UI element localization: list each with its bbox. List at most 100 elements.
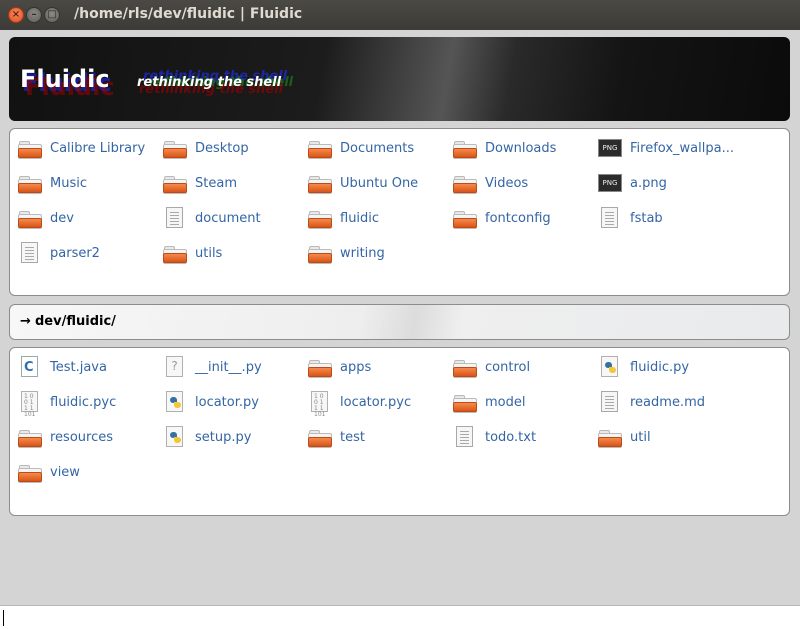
file-item-label: resources bbox=[50, 429, 114, 445]
python-file-icon bbox=[598, 356, 622, 378]
file-item[interactable]: resources bbox=[18, 425, 158, 449]
file-item[interactable]: setup.py bbox=[163, 425, 303, 449]
folder-icon bbox=[18, 461, 42, 483]
file-item[interactable]: fstab bbox=[598, 206, 738, 230]
file-item-label: fluidic.py bbox=[630, 359, 690, 375]
folder-icon bbox=[308, 172, 332, 194]
file-item[interactable]: Documents bbox=[308, 136, 448, 160]
folder-icon bbox=[18, 426, 42, 448]
file-item-label: fstab bbox=[630, 210, 663, 226]
file-item-label: dev bbox=[50, 210, 74, 226]
file-item-label: Documents bbox=[340, 140, 415, 156]
folder-icon bbox=[598, 426, 622, 448]
file-item[interactable]: fontconfig bbox=[453, 206, 593, 230]
file-item[interactable]: ? __init__.py bbox=[163, 355, 303, 379]
file-item-label: view bbox=[50, 464, 80, 480]
file-item[interactable]: C Test.java bbox=[18, 355, 158, 379]
folder-icon bbox=[453, 356, 477, 378]
file-item-label: document bbox=[195, 210, 261, 226]
file-item[interactable]: PNG a.png bbox=[598, 171, 738, 195]
file-item[interactable]: parser2 bbox=[18, 241, 158, 265]
file-item[interactable]: view bbox=[18, 460, 158, 484]
file-item[interactable]: Desktop bbox=[163, 136, 303, 160]
folder-icon bbox=[308, 356, 332, 378]
file-item-label: Calibre Library bbox=[50, 140, 146, 156]
text-file-icon bbox=[163, 207, 187, 229]
maximize-button[interactable]: □ bbox=[44, 7, 60, 23]
binary-file-icon: 1 00 11 1 101 bbox=[18, 391, 42, 418]
file-item[interactable]: todo.txt bbox=[453, 425, 593, 449]
close-button[interactable]: × bbox=[8, 7, 24, 23]
file-item[interactable]: Downloads bbox=[453, 136, 593, 160]
folder-icon bbox=[18, 137, 42, 159]
file-item[interactable]: PNG Firefox_wallpa... bbox=[598, 136, 738, 160]
file-item-label: todo.txt bbox=[485, 429, 537, 445]
command-input[interactable] bbox=[0, 605, 800, 629]
python-file-icon bbox=[163, 426, 187, 448]
file-item[interactable]: Calibre Library bbox=[18, 136, 158, 160]
file-item[interactable]: locator.py bbox=[163, 390, 303, 414]
file-item[interactable]: test bbox=[308, 425, 448, 449]
file-item[interactable]: 1 00 11 1 101 fluidic.pyc bbox=[18, 390, 158, 418]
file-item[interactable]: fluidic bbox=[308, 206, 448, 230]
file-item-label: Downloads bbox=[485, 140, 557, 156]
file-item[interactable]: dev bbox=[18, 206, 158, 230]
file-item-label: readme.md bbox=[630, 394, 705, 410]
file-item-label: fontconfig bbox=[485, 210, 551, 226]
file-item-label: model bbox=[485, 394, 526, 410]
file-item[interactable]: model bbox=[453, 390, 593, 414]
file-item-label: Desktop bbox=[195, 140, 249, 156]
file-item-label: Music bbox=[50, 175, 87, 191]
file-item[interactable]: util bbox=[598, 425, 738, 449]
python-file-icon bbox=[163, 391, 187, 413]
file-item-label: locator.py bbox=[195, 394, 259, 410]
file-item-label: Test.java bbox=[50, 359, 107, 375]
title-bar: × – □ /home/rls/dev/fluidic | Fluidic bbox=[0, 0, 800, 30]
file-item-label: test bbox=[340, 429, 365, 445]
file-item-label: util bbox=[630, 429, 651, 445]
file-item[interactable]: utils bbox=[163, 241, 303, 265]
folder-icon bbox=[453, 391, 477, 413]
close-icon: × bbox=[11, 9, 21, 20]
current-directory-panel: C Test.java ? __init__.py apps control fluidic… bbox=[9, 347, 790, 516]
file-item[interactable]: Videos bbox=[453, 171, 593, 195]
file-item-label: locator.pyc bbox=[340, 394, 412, 410]
folder-icon bbox=[308, 207, 332, 229]
folder-icon bbox=[163, 172, 187, 194]
file-item-label: setup.py bbox=[195, 429, 252, 445]
file-item-label: Firefox_wallpa... bbox=[630, 140, 734, 156]
file-item[interactable]: writing bbox=[308, 241, 448, 265]
text-file-icon bbox=[18, 242, 42, 264]
file-item-label: Steam bbox=[195, 175, 237, 191]
file-item-label: parser2 bbox=[50, 245, 100, 261]
image-file-icon: PNG bbox=[598, 137, 622, 159]
minimize-icon: – bbox=[31, 9, 37, 20]
text-file-icon bbox=[453, 426, 477, 448]
binary-file-icon: 1 00 11 1 101 bbox=[308, 391, 332, 418]
window-title: /home/rls/dev/fluidic | Fluidic bbox=[74, 6, 303, 22]
file-item[interactable]: Ubuntu One bbox=[308, 171, 448, 195]
folder-icon bbox=[18, 207, 42, 229]
folder-icon bbox=[453, 172, 477, 194]
text-caret bbox=[3, 610, 4, 626]
file-item[interactable]: fluidic.py bbox=[598, 355, 738, 379]
file-item[interactable]: document bbox=[163, 206, 303, 230]
file-item[interactable]: readme.md bbox=[598, 390, 738, 414]
folder-icon bbox=[163, 242, 187, 264]
file-item[interactable]: Music bbox=[18, 171, 158, 195]
path-arrow-icon: → bbox=[20, 314, 31, 329]
folder-icon bbox=[308, 242, 332, 264]
folder-icon bbox=[453, 137, 477, 159]
header-banner: Fluidic Fluidic Fluidic rethinking the s… bbox=[9, 37, 790, 121]
file-item[interactable]: 1 00 11 1 101 locator.pyc bbox=[308, 390, 448, 418]
text-file-icon bbox=[598, 391, 622, 413]
path-bar[interactable]: → dev/fluidic/ bbox=[9, 304, 790, 340]
file-item[interactable]: control bbox=[453, 355, 593, 379]
folder-icon bbox=[308, 426, 332, 448]
file-item[interactable]: apps bbox=[308, 355, 448, 379]
file-item[interactable]: Steam bbox=[163, 171, 303, 195]
java-file-icon: C bbox=[18, 356, 42, 378]
minimize-button[interactable]: – bbox=[26, 7, 42, 23]
file-item-label: Ubuntu One bbox=[340, 175, 419, 191]
folder-icon bbox=[163, 137, 187, 159]
